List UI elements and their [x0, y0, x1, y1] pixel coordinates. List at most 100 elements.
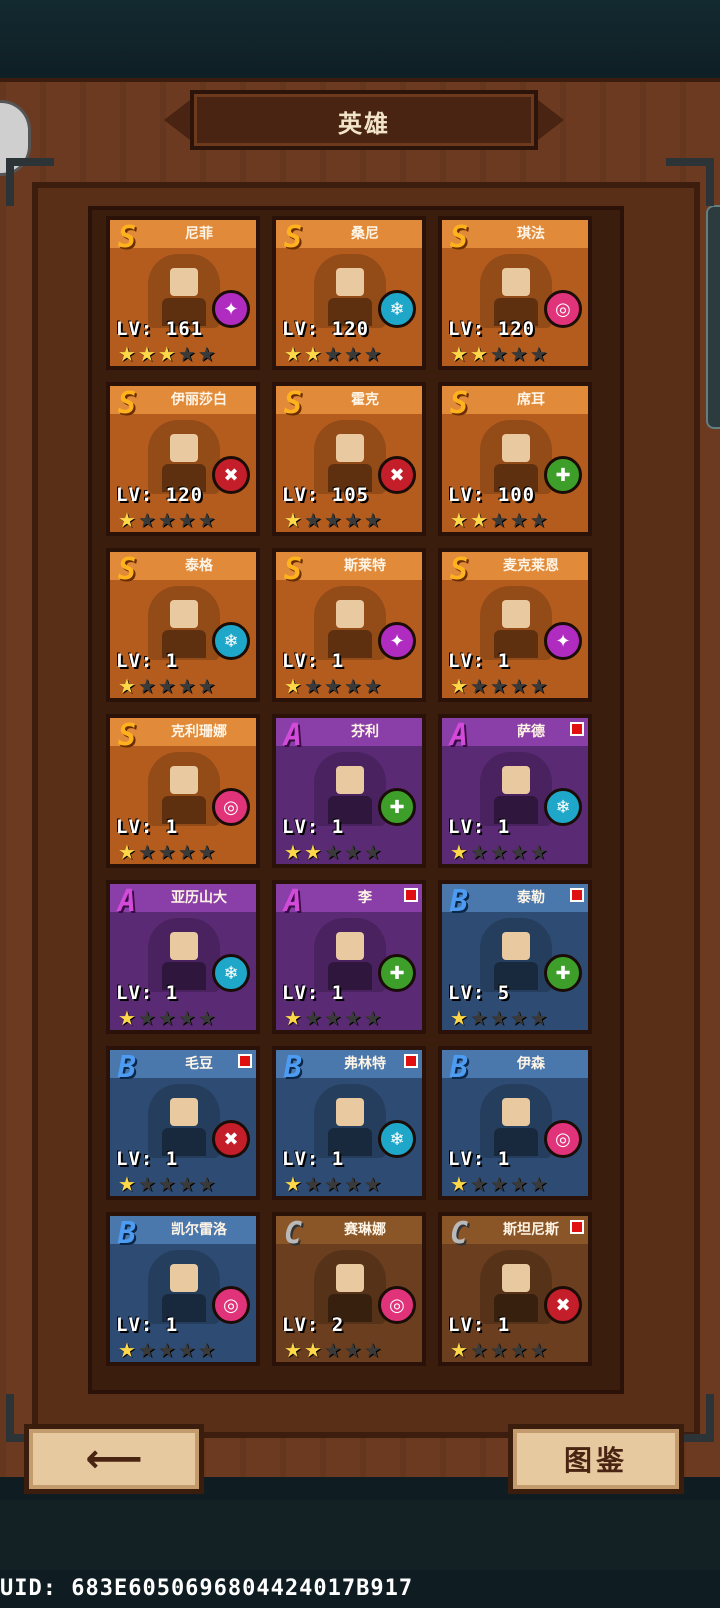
hero-card[interactable]: S 克利珊娜 ◎ LV: 1 ★ ★ ★ ★ ★	[106, 714, 260, 868]
arrow-left-icon: ⟵	[85, 1436, 143, 1482]
star-icon: ★	[343, 1338, 362, 1362]
star-rating: ★ ★ ★ ★ ★	[450, 842, 548, 862]
hero-portrait	[314, 918, 386, 992]
rank-badge: S	[283, 220, 303, 255]
hero-portrait	[480, 918, 552, 992]
star-icon: ★	[469, 508, 488, 532]
star-icon: ★	[118, 1172, 136, 1196]
spirit-class-icon: ◎	[212, 788, 250, 826]
star-icon: ★	[197, 508, 216, 532]
star-icon: ★	[323, 1172, 342, 1196]
page-title: 英雄	[338, 110, 390, 138]
star-icon: ★	[177, 840, 196, 864]
hero-name: 霍克	[351, 392, 379, 408]
ice-class-icon: ❄	[212, 954, 250, 992]
star-rating: ★ ★ ★ ★ ★	[450, 344, 548, 364]
hero-card[interactable]: S 霍克 ✖ LV: 105 ★ ★ ★ ★ ★	[272, 382, 426, 536]
star-icon: ★	[284, 840, 302, 864]
new-indicator-icon	[570, 888, 584, 902]
hero-level: LV: 1	[282, 650, 345, 672]
star-icon: ★	[157, 508, 176, 532]
star-icon: ★	[529, 508, 548, 532]
hero-level: LV: 5	[448, 982, 511, 1004]
hero-name: 伊森	[517, 1056, 545, 1072]
hero-card[interactable]: B 泰勒 ✚ LV: 5 ★ ★ ★ ★ ★	[438, 880, 592, 1034]
rank-badge: A	[117, 884, 137, 919]
hero-portrait	[314, 752, 386, 826]
rank-badge: B	[449, 884, 469, 919]
star-icon: ★	[363, 1006, 382, 1030]
hero-card[interactable]: B 伊森 ◎ LV: 1 ★ ★ ★ ★ ★	[438, 1046, 592, 1200]
hero-card[interactable]: S 席耳 ✚ LV: 100 ★ ★ ★ ★ ★	[438, 382, 592, 536]
hero-card[interactable]: A 亚历山大 ❄ LV: 1 ★ ★ ★ ★ ★	[106, 880, 260, 1034]
magic-class-icon: ✦	[544, 622, 582, 660]
star-icon: ★	[450, 342, 468, 366]
hero-card[interactable]: C 赛琳娜 ◎ LV: 2 ★ ★ ★ ★ ★	[272, 1212, 426, 1366]
star-icon: ★	[197, 674, 216, 698]
hero-card[interactable]: A 萨德 ❄ LV: 1 ★ ★ ★ ★ ★	[438, 714, 592, 868]
star-icon: ★	[323, 508, 342, 532]
star-rating: ★ ★ ★ ★ ★	[450, 1340, 548, 1360]
hero-portrait	[480, 752, 552, 826]
hero-name: 毛豆	[185, 1056, 213, 1072]
hero-level: LV: 100	[448, 484, 536, 506]
star-rating: ★ ★ ★ ★ ★	[118, 510, 216, 530]
rank-badge: A	[283, 884, 303, 919]
star-icon: ★	[469, 1172, 488, 1196]
hero-level: LV: 120	[116, 484, 204, 506]
hero-card[interactable]: S 桑尼 ❄ LV: 120 ★ ★ ★ ★ ★	[272, 216, 426, 370]
fire-class-icon: ✖	[212, 456, 250, 494]
new-indicator-icon	[570, 1220, 584, 1234]
hero-card[interactable]: B 弗林特 ❄ LV: 1 ★ ★ ★ ★ ★	[272, 1046, 426, 1200]
uid-label: UID: 683E6050696804424017B917	[0, 1576, 414, 1601]
hero-level: LV: 1	[116, 816, 179, 838]
new-indicator-icon	[570, 722, 584, 736]
star-icon: ★	[343, 674, 362, 698]
hero-card[interactable]: A 李 ✚ LV: 1 ★ ★ ★ ★ ★	[272, 880, 426, 1034]
hero-level: LV: 1	[116, 1314, 179, 1336]
star-rating: ★ ★ ★ ★ ★	[450, 1174, 548, 1194]
star-icon: ★	[284, 1006, 302, 1030]
star-icon: ★	[137, 508, 156, 532]
star-icon: ★	[469, 342, 488, 366]
hero-level: LV: 1	[448, 816, 511, 838]
rank-badge: S	[117, 386, 137, 421]
hero-card[interactable]: A 芬利 ✚ LV: 1 ★ ★ ★ ★ ★	[272, 714, 426, 868]
star-icon: ★	[303, 840, 322, 864]
hero-portrait	[148, 752, 220, 826]
star-icon: ★	[343, 508, 362, 532]
hero-portrait	[314, 1250, 386, 1324]
rank-badge: S	[117, 718, 137, 753]
codex-button[interactable]: 图鉴	[508, 1424, 684, 1494]
hero-card[interactable]: S 斯莱特 ✦ LV: 1 ★ ★ ★ ★ ★	[272, 548, 426, 702]
ice-class-icon: ❄	[212, 622, 250, 660]
back-button[interactable]: ⟵	[24, 1424, 204, 1494]
star-icon: ★	[509, 1006, 528, 1030]
hero-card[interactable]: C 斯坦尼斯 ✖ LV: 1 ★ ★ ★ ★ ★	[438, 1212, 592, 1366]
hero-card[interactable]: B 凯尔雷洛 ◎ LV: 1 ★ ★ ★ ★ ★	[106, 1212, 260, 1366]
rank-badge: S	[117, 552, 137, 587]
star-icon: ★	[469, 840, 488, 864]
new-indicator-icon	[404, 1054, 418, 1068]
star-icon: ★	[157, 1172, 176, 1196]
new-indicator-icon	[404, 888, 418, 902]
hero-card[interactable]: S 尼菲 ✦ LV: 161 ★ ★ ★ ★ ★	[106, 216, 260, 370]
star-icon: ★	[363, 342, 382, 366]
side-tab[interactable]	[706, 205, 720, 429]
hero-card[interactable]: S 伊丽莎白 ✖ LV: 120 ★ ★ ★ ★ ★	[106, 382, 260, 536]
star-icon: ★	[137, 1172, 156, 1196]
hero-level: LV: 161	[116, 318, 204, 340]
star-icon: ★	[489, 674, 508, 698]
hero-name: 桑尼	[351, 226, 379, 242]
hero-level: LV: 1	[282, 1148, 345, 1170]
star-rating: ★ ★ ★ ★ ★	[118, 676, 216, 696]
ice-class-icon: ❄	[378, 290, 416, 328]
star-icon: ★	[157, 342, 176, 366]
star-icon: ★	[157, 1338, 176, 1362]
hero-card[interactable]: S 泰格 ❄ LV: 1 ★ ★ ★ ★ ★	[106, 548, 260, 702]
ice-class-icon: ❄	[544, 788, 582, 826]
hero-card[interactable]: S 琪法 ◎ LV: 120 ★ ★ ★ ★ ★	[438, 216, 592, 370]
hero-card[interactable]: S 麦克莱恩 ✦ LV: 1 ★ ★ ★ ★ ★	[438, 548, 592, 702]
hero-card[interactable]: B 毛豆 ✖ LV: 1 ★ ★ ★ ★ ★	[106, 1046, 260, 1200]
hero-level: LV: 1	[448, 1148, 511, 1170]
